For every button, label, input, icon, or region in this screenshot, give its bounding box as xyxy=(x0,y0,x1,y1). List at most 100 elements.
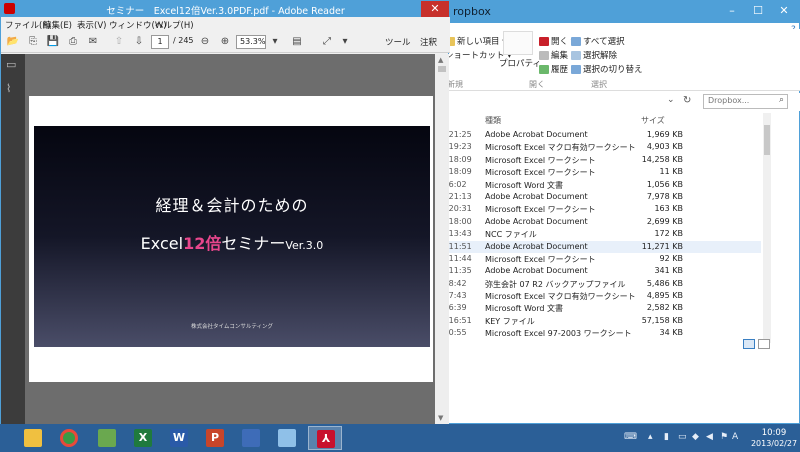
file-type: Microsoft Excel ワークシート xyxy=(485,205,596,215)
file-row[interactable]: 5 8:42 弥生会計 07 R2 バックアップファイル 5,486 KB xyxy=(441,278,761,290)
details-view-button[interactable] xyxy=(743,339,755,349)
open-icon[interactable]: 📂 xyxy=(5,34,21,49)
file-row[interactable]: 4 0:55 Microsoft Excel 97-2003 ワークシート 34 K… xyxy=(441,327,761,339)
taskbar-word[interactable]: W xyxy=(162,426,196,450)
file-row[interactable]: 6 18:09 Microsoft Excel ワークシート 14,258 KB xyxy=(441,154,761,166)
column-type[interactable]: 種類 xyxy=(485,115,501,126)
flag-icon[interactable]: ⚑ xyxy=(720,432,728,442)
scroll-thumb[interactable] xyxy=(438,66,446,72)
attachments-icon[interactable]: ⌇ xyxy=(6,82,19,96)
scroll-down-icon[interactable]: ▼ xyxy=(438,414,443,422)
group-new-label: 新規 xyxy=(447,80,463,89)
file-row[interactable]: 5 11:35 Adobe Acrobat Document 341 KB xyxy=(441,265,761,277)
reader-scrollbar[interactable]: ▲ ▼ xyxy=(435,54,449,424)
volume-icon[interactable]: ◀ xyxy=(706,432,713,442)
select-all-button[interactable]: すべて選択 xyxy=(571,35,625,47)
page-number-input[interactable]: 1 xyxy=(151,35,169,49)
keyboard-icon[interactable]: ⌨ xyxy=(624,432,637,442)
file-size: 57,158 KB xyxy=(641,315,683,325)
create-pdf-icon[interactable]: ⎘ xyxy=(25,34,41,49)
refresh-icon[interactable]: ↻ xyxy=(683,95,695,107)
file-row[interactable]: 5 18:00 Adobe Acrobat Document 2,699 KB xyxy=(441,216,761,228)
taskbar-excel[interactable]: X xyxy=(126,426,160,450)
open-button[interactable]: 開く ▾ xyxy=(539,35,575,47)
new-item-button[interactable]: 新しい項目 ▾ xyxy=(445,35,506,47)
file-row[interactable]: 6 6:02 Microsoft Word 文書 1,056 KB xyxy=(441,179,761,191)
edit-button[interactable]: 編集 xyxy=(539,49,568,61)
invert-selection-button[interactable]: 選択の切り替え xyxy=(571,63,643,75)
file-row[interactable]: 5 7:43 Microsoft Excel マクロ有効ワークシート 4,895 K… xyxy=(441,290,761,302)
taskbar-powerpoint[interactable]: P xyxy=(198,426,232,450)
page-thumbnails-icon[interactable]: ▭ xyxy=(6,58,19,72)
file-list: 6 21:25 Adobe Acrobat Document 1,969 KB 6 1… xyxy=(441,129,761,340)
dropbox-icon[interactable]: ◆ xyxy=(692,432,699,442)
menu-help[interactable]: ヘルプ(H) xyxy=(155,19,194,31)
explorer-titlebar[interactable]: ropbox – ☐ ✕ xyxy=(441,1,800,23)
read-mode-icon[interactable]: ⤢ xyxy=(319,34,335,49)
show-hidden-icons[interactable]: ▴ xyxy=(648,432,653,442)
reader-window: セミナー Excel12倍Ver.3.0PDF.pdf - Adobe Read… xyxy=(0,0,450,424)
taskbar-explorer[interactable] xyxy=(16,426,50,450)
document-area[interactable]: 経理＆会計のための Excel12倍セミナーVer.3.0 株式会社タイムコンサ… xyxy=(25,54,435,424)
history-button[interactable]: 履歴 xyxy=(539,63,568,75)
icons-view-button[interactable] xyxy=(758,339,770,349)
clock-time[interactable]: 10:09 xyxy=(752,428,796,438)
clock-date[interactable]: 2013/02/27 xyxy=(748,439,800,448)
reader-titlebar[interactable]: セミナー Excel12倍Ver.3.0PDF.pdf - Adobe Read… xyxy=(1,1,450,17)
file-type: Adobe Acrobat Document xyxy=(485,241,588,251)
scroll-up-icon[interactable]: ▲ xyxy=(438,56,443,64)
file-row[interactable]: 6 19:23 Microsoft Excel マクロ有効ワークシート 4,903 … xyxy=(441,141,761,153)
file-row[interactable]: 5 11:44 Microsoft Excel ワークシート 92 KB xyxy=(441,253,761,265)
file-size: 7,978 KB xyxy=(646,191,683,201)
zoom-in-icon[interactable]: ⊕ xyxy=(217,34,233,49)
menu-edit[interactable]: 編集(E) xyxy=(43,19,72,31)
file-row[interactable]: 5 13:43 NCC ファイル 172 KB xyxy=(441,228,761,240)
close-button[interactable]: ✕ xyxy=(773,3,795,19)
taskbar-yayoi[interactable] xyxy=(234,426,268,450)
battery-icon[interactable]: ▭ xyxy=(678,432,687,442)
menu-view[interactable]: 表示(V) xyxy=(77,19,106,31)
zoom-select[interactable]: 53.3% xyxy=(236,35,266,49)
search-input[interactable]: Dropbox... ⌕ xyxy=(703,94,788,109)
fit-page-icon[interactable]: ▤ xyxy=(289,34,305,49)
print-icon[interactable]: ⎙ xyxy=(65,34,81,49)
more-tools-icon[interactable]: ▾ xyxy=(337,34,353,49)
taskbar-evernote[interactable] xyxy=(90,426,124,450)
file-row[interactable]: 5 6:39 Microsoft Word 文書 2,582 KB xyxy=(441,302,761,314)
file-row[interactable]: 5 21:13 Adobe Acrobat Document 7,978 KB xyxy=(441,191,761,203)
file-size: 1,056 KB xyxy=(646,179,683,189)
taskbar-app[interactable] xyxy=(270,426,304,450)
email-icon[interactable]: ✉ xyxy=(85,34,101,49)
column-size[interactable]: サイズ xyxy=(641,115,665,126)
chevron-down-icon[interactable]: ⌄ xyxy=(667,95,675,105)
minimize-button[interactable]: – xyxy=(721,3,743,19)
tools-button[interactable]: ツール xyxy=(385,36,411,48)
next-page-icon[interactable]: ⇩ xyxy=(131,34,147,49)
scroll-thumb[interactable] xyxy=(764,125,770,155)
network-icon[interactable]: ▮ xyxy=(664,432,669,442)
file-type: Adobe Acrobat Document xyxy=(485,216,588,226)
previous-page-icon[interactable]: ⇧ xyxy=(111,34,127,49)
file-row[interactable]: 6 21:25 Adobe Acrobat Document 1,969 KB xyxy=(441,129,761,141)
ime-indicator[interactable]: A xyxy=(732,432,738,442)
explorer-scrollbar[interactable] xyxy=(763,113,771,343)
file-row[interactable]: 6 18:09 Microsoft Excel ワークシート 11 KB xyxy=(441,166,761,178)
app-icon xyxy=(278,429,296,447)
file-row[interactable]: 5 11:51 Adobe Acrobat Document 11,271 KB xyxy=(441,240,761,253)
pdf-page: 経理＆会計のための Excel12倍セミナーVer.3.0 株式会社タイムコンサ… xyxy=(29,96,433,382)
zoom-dropdown-icon[interactable]: ▾ xyxy=(267,34,283,49)
properties-button[interactable]: プロパティ xyxy=(499,57,541,69)
file-size: 163 KB xyxy=(654,204,683,214)
maximize-button[interactable]: ☐ xyxy=(747,3,769,19)
reader-close-button[interactable]: ✕ xyxy=(421,1,449,17)
file-row[interactable]: 5 20:31 Microsoft Excel ワークシート 163 KB xyxy=(441,203,761,215)
file-row[interactable]: 4 16:51 KEY ファイル 57,158 KB xyxy=(441,315,761,327)
zoom-out-icon[interactable]: ⊖ xyxy=(197,34,213,49)
taskbar-adobe-reader[interactable]: ⅄ xyxy=(308,426,342,450)
taskbar-chrome[interactable] xyxy=(52,426,86,450)
save-icon[interactable]: 💾 xyxy=(45,34,61,49)
comment-button[interactable]: 注釈 xyxy=(420,36,437,48)
file-size: 11,271 KB xyxy=(641,241,683,251)
select-none-button[interactable]: 選択解除 xyxy=(571,49,617,61)
file-size: 11 KB xyxy=(659,167,683,177)
